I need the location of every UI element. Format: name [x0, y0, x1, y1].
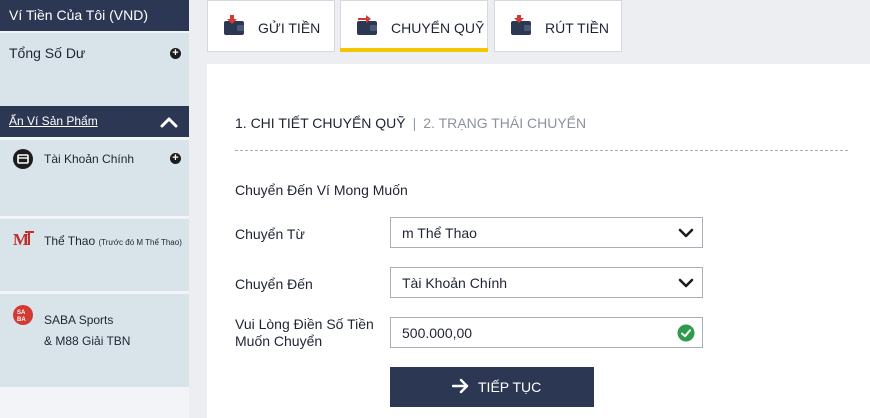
product-name-line1: SABA Sports	[44, 313, 114, 327]
product-name: Tài Khoản Chính	[44, 152, 135, 166]
wallet-header-title: Ví Tiền Của Tôi (VND)	[9, 7, 149, 23]
amount-label-line2: Muốn Chuyển	[235, 333, 323, 349]
wallet-withdraw-icon	[511, 15, 531, 35]
transfer-steps: 1. CHI TIẾT CHUYỂN QUỸ | 2. TRẠNG THÁI CHU…	[235, 115, 586, 131]
divider	[235, 150, 848, 151]
amount-label: Vui Lòng Điền Số Tiền Muốn Chuyển	[235, 316, 374, 350]
svg-text:BA: BA	[17, 317, 26, 323]
hide-products-link[interactable]: Ẩn Ví Sản Phẩm	[9, 114, 98, 128]
expand-plus-icon[interactable]: +	[170, 48, 181, 59]
product-sports[interactable]: M Thể Thao (Trước đó M Thể Thao)	[0, 219, 189, 291]
tab-label: CHUYỂN QUỸ	[391, 20, 485, 36]
svg-text:SA: SA	[17, 310, 26, 316]
tab-withdraw[interactable]: RÚT TIỀN	[494, 0, 622, 52]
wallet-header: Ví Tiền Của Tôi (VND)	[0, 0, 189, 31]
section-title: Chuyển Đến Ví Mong Muốn	[235, 182, 408, 198]
amount-label-line1: Vui Lòng Điền Số Tiền	[235, 316, 374, 332]
continue-button[interactable]: TIẾP TỤC	[390, 367, 594, 407]
continue-label: TIẾP TỤC	[478, 379, 542, 395]
tab-deposit[interactable]: GỬI TIỀN	[207, 0, 335, 52]
product-name-line2: & M88 Giải TBN	[44, 334, 131, 348]
chevron-up-icon[interactable]	[158, 114, 180, 130]
check-circle-icon	[677, 324, 695, 342]
arrow-right-icon	[452, 378, 469, 394]
step-status: 2. TRẠNG THÁI CHUYỂN	[423, 115, 587, 131]
main-account-icon	[13, 149, 33, 169]
saba-logo-icon: SA BA	[13, 305, 33, 325]
hide-products-bar[interactable]: Ẩn Ví Sản Phẩm	[0, 106, 189, 137]
total-balance-label: Tổng Số Dư	[9, 45, 86, 61]
chevron-down-icon[interactable]	[678, 228, 694, 239]
wallet-deposit-icon	[224, 15, 244, 35]
from-wallet-select[interactable]: m Thể Thao	[390, 217, 703, 248]
sports-logo-icon: M	[12, 229, 36, 249]
product-main-account[interactable]: Tài Khoản Chính +	[0, 140, 189, 216]
wallet-transfer-icon	[357, 15, 377, 35]
total-balance-row[interactable]: Tổng Số Dư +	[0, 33, 189, 106]
to-wallet-select[interactable]: Tài Khoản Chính	[390, 267, 703, 298]
tab-transfer[interactable]: CHUYỂN QUỸ	[340, 0, 488, 52]
from-wallet-value: m Thể Thao	[402, 225, 477, 241]
product-name: SABA Sports & M88 Giải TBN	[44, 310, 130, 352]
to-wallet-value: Tài Khoản Chính	[402, 275, 508, 291]
step-details: 1. CHI TIẾT CHUYỂN QUỸ	[235, 115, 406, 131]
from-label: Chuyển Từ	[235, 226, 305, 242]
tab-label: RÚT TIỀN	[545, 20, 610, 36]
amount-input[interactable]: 500.000,00	[390, 317, 703, 348]
product-saba-sports[interactable]: SA BA SABA Sports & M88 Giải TBN	[0, 294, 189, 387]
to-label: Chuyển Đến	[235, 276, 313, 292]
product-name: Thể Thao (Trước đó M Thể Thao)	[44, 234, 182, 248]
product-note: (Trước đó M Thể Thao)	[98, 238, 182, 247]
transfer-panel: 1. CHI TIẾT CHUYỂN QUỸ | 2. TRẠNG THÁI CHU…	[207, 64, 870, 418]
wallet-sidebar: Ví Tiền Của Tôi (VND) Tổng Số Dư + Ẩn Ví…	[0, 0, 189, 418]
expand-plus-icon[interactable]: +	[170, 153, 181, 164]
amount-value: 500.000,00	[402, 325, 473, 341]
product-title: Thể Thao	[44, 234, 96, 248]
tab-label: GỬI TIỀN	[258, 20, 321, 36]
step-separator: |	[412, 115, 417, 131]
chevron-down-icon[interactable]	[678, 278, 694, 289]
